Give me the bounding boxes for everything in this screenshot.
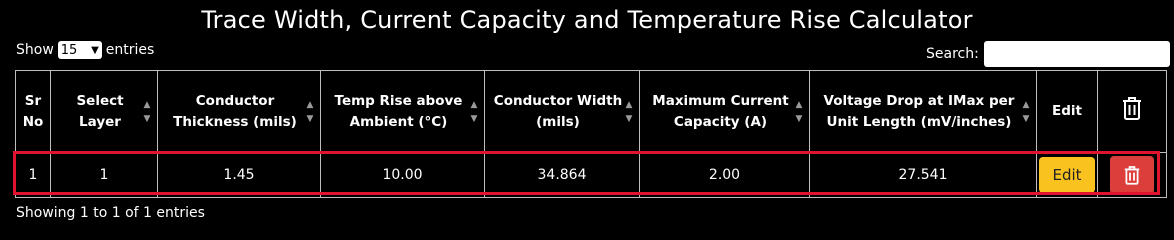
search-input[interactable] xyxy=(983,41,1170,67)
col-header-delete xyxy=(1097,70,1167,153)
cell-current: 2.00 xyxy=(639,152,810,198)
col-header-select-layer[interactable]: Select Layer ▲ ▼ xyxy=(50,70,158,153)
sort-arrows-icon: ▲ ▼ xyxy=(306,100,314,124)
trash-icon xyxy=(1123,97,1141,120)
calculator-table: Sr No Select Layer ▲ ▼ Conductor Thickness… xyxy=(15,70,1167,198)
sort-arrows-icon: ▲ ▼ xyxy=(143,100,151,124)
cell-thickness: 1.45 xyxy=(157,152,321,198)
entries-label: entries xyxy=(105,42,155,58)
length-menu: Show 15 ▼ entries xyxy=(16,41,154,59)
header-row: Sr No Select Layer ▲ ▼ Conductor Thickness… xyxy=(15,70,1167,153)
edit-button[interactable]: Edit xyxy=(1039,157,1095,193)
delete-button[interactable] xyxy=(1110,156,1154,194)
cell-layer: 1 xyxy=(50,152,158,198)
col-header-conductor-width[interactable]: Conductor Width (mils) ▲ ▼ xyxy=(484,70,640,153)
col-header-temp-rise[interactable]: Temp Rise above Ambient (°C) ▲ ▼ xyxy=(320,70,485,153)
trash-icon xyxy=(1124,166,1140,185)
search-label: Search: xyxy=(926,46,979,62)
search-box: Search: xyxy=(926,41,1170,67)
col-header-conductor-thickness[interactable]: Conductor Thickness (mils) ▲ ▼ xyxy=(157,70,321,153)
sort-arrows-icon: ▲ ▼ xyxy=(470,100,478,124)
show-label: Show xyxy=(16,42,54,58)
table-row: 1 1 1.45 10.00 34.864 2.00 27.541 Edit xyxy=(15,152,1167,198)
cell-width: 34.864 xyxy=(484,152,640,198)
cell-voltage-drop: 27.541 xyxy=(809,152,1037,198)
cell-delete xyxy=(1097,152,1167,198)
entries-select[interactable]: 15 ▼ xyxy=(57,41,102,59)
cell-sr-no: 1 xyxy=(15,152,51,198)
col-header-sr-no: Sr No xyxy=(15,70,51,153)
cell-temp-rise: 10.00 xyxy=(320,152,485,198)
page-title: Trace Width, Current Capacity and Temper… xyxy=(201,6,973,34)
sort-arrows-icon: ▲ ▼ xyxy=(625,100,633,124)
sort-arrows-icon: ▲ ▼ xyxy=(795,100,803,124)
chevron-down-icon: ▼ xyxy=(91,44,99,56)
entries-select-value: 15 xyxy=(60,42,78,58)
col-header-edit: Edit xyxy=(1036,70,1098,153)
col-header-max-current[interactable]: Maximum Current Capacity (A) ▲ ▼ xyxy=(639,70,810,153)
sort-arrows-icon: ▲ ▼ xyxy=(1022,100,1030,124)
table-info: Showing 1 to 1 of 1 entries xyxy=(16,205,205,221)
cell-edit: Edit xyxy=(1036,152,1098,198)
col-header-voltage-drop[interactable]: Voltage Drop at IMax per Unit Length (mV… xyxy=(809,70,1037,153)
